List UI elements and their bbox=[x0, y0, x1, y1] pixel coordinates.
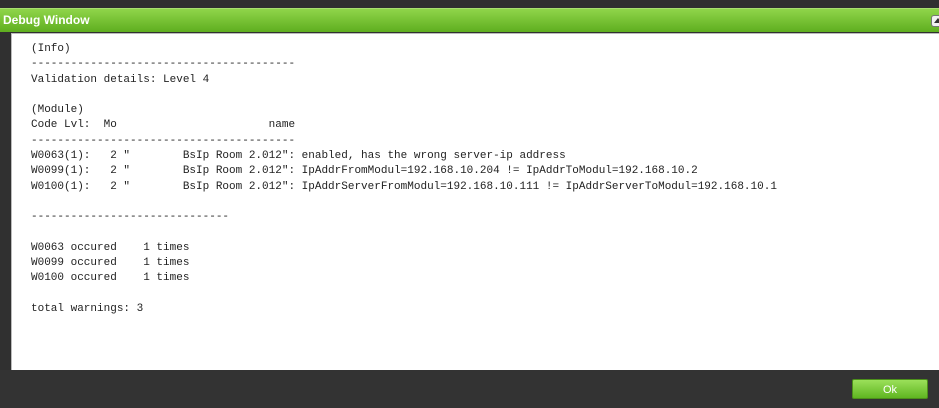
log-line: W0099 occured 1 times bbox=[31, 257, 190, 270]
dialog-footer: Ok bbox=[0, 370, 939, 408]
log-line: total warnings: 3 bbox=[31, 303, 144, 316]
log-line: Validation details: Level 4 bbox=[31, 73, 210, 86]
log-line: ---------------------------------------- bbox=[31, 134, 296, 147]
title-bar[interactable]: Debug Window bbox=[0, 8, 939, 32]
ok-button[interactable]: Ok bbox=[852, 379, 928, 399]
debug-window: Debug Window (Info) --------------------… bbox=[0, 0, 939, 408]
collapse-button[interactable] bbox=[931, 15, 939, 27]
log-line: W0099(1): 2 " BsIp Room 2.012": IpAddrFr… bbox=[31, 165, 698, 178]
log-line: Code Lvl: Mo name bbox=[31, 119, 296, 132]
log-line: (Info) bbox=[31, 43, 71, 55]
log-line: ------------------------------ bbox=[31, 211, 230, 224]
log-line: W0100(1): 2 " BsIp Room 2.012": IpAddrSe… bbox=[31, 180, 777, 193]
log-line: W0063 occured 1 times bbox=[31, 241, 190, 254]
log-line: (Module) bbox=[31, 104, 84, 117]
log-text: (Info) ---------------------------------… bbox=[31, 42, 777, 317]
log-line: W0063(1): 2 " BsIp Room 2.012": enabled,… bbox=[31, 150, 566, 163]
window-title: Debug Window bbox=[3, 13, 90, 27]
log-line: W0100 occured 1 times bbox=[31, 272, 190, 285]
log-line: ---------------------------------------- bbox=[31, 58, 296, 71]
chevron-up-icon bbox=[934, 18, 939, 23]
log-panel[interactable]: (Info) ---------------------------------… bbox=[11, 33, 939, 370]
